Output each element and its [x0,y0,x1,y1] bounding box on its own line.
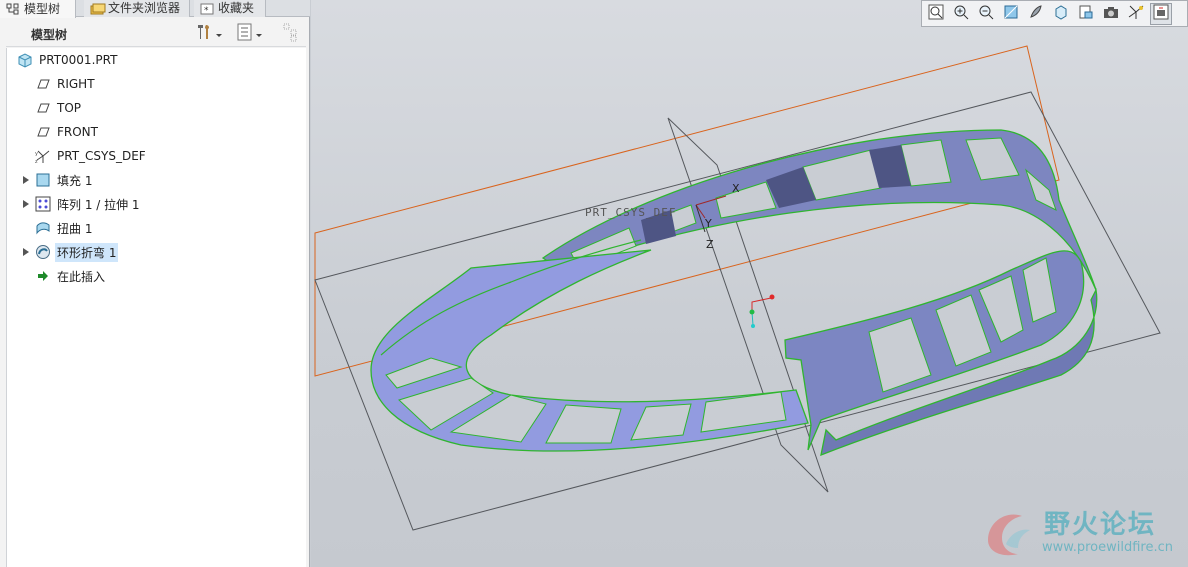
tree-item-csys[interactable]: yz PRT_CSYS_DEF [7,145,305,167]
annotation-display-icon [1103,4,1119,24]
filter-icon [282,22,302,46]
tree-icon [6,3,20,15]
svg-text:z: z [35,159,38,164]
tree-item-label: TOP [57,101,82,115]
repaint-button[interactable] [1000,3,1022,25]
tree-item-label: 扭曲 1 [57,221,93,236]
application-window: 模型树 文件夹浏览器 * 收藏夹 模型树 PRT0001.PRT RIGHT T… [0,0,1188,567]
view-manager-button[interactable] [1075,3,1097,25]
fill-icon [35,172,51,188]
tree-item-label: PRT_CSYS_DEF [57,149,146,163]
datum-plane-icon [35,100,51,116]
watermark-logo-icon [988,514,1030,556]
tab-label: 收藏夹 [218,1,255,15]
tree-root-part[interactable]: PRT0001.PRT [7,49,305,71]
tree-item-front[interactable]: FRONT [7,121,305,143]
csys-icon: yz [35,148,51,165]
csys-label: PRT_CSYS_DEF [585,206,676,219]
tab-label: 文件夹浏览器 [108,1,181,15]
expand-arrow-icon[interactable] [21,175,31,185]
tab-model-tree[interactable]: 模型树 [0,0,76,18]
tab-favorites[interactable]: * 收藏夹 [194,0,266,17]
folder-browser-icon [90,3,106,15]
watermark-url: www.proewildfire.cn [1042,540,1173,555]
refit-button[interactable] [925,3,947,25]
tree-item-label: 环形折弯 1 [55,242,119,262]
chevron-down-icon [214,25,224,44]
navigator-panel: 模型树 文件夹浏览器 * 收藏夹 模型树 PRT0001.PRT RIGHT T… [0,0,310,567]
spin-center-button[interactable] [1150,2,1172,25]
toroidal-bend-icon [35,244,51,260]
tree-item-label: FRONT [57,125,98,139]
spin-center-toggle-icon [1153,4,1169,24]
part-icon [17,52,33,68]
tree-item-label: RIGHT [57,77,95,91]
tree-item-right[interactable]: RIGHT [7,73,305,95]
zoom-out-button[interactable] [975,3,997,25]
datum-display-button[interactable] [1125,3,1147,25]
saved-views-button[interactable] [1050,3,1072,25]
saved-views-icon [1053,4,1069,24]
warp-icon [35,220,51,236]
tree-item-pattern[interactable]: 阵列 1 / 拉伸 1 [7,193,305,215]
tree-item-label: 阵列 1 / 拉伸 1 [57,197,140,212]
forum-watermark: 野火论坛 www.proewildfire.cn [976,498,1183,562]
view-toolbar [921,0,1188,27]
repaint-icon [1003,4,1019,24]
datum-plane-icon [35,76,51,92]
tab-label: 模型树 [24,1,61,16]
model-scene: PRT_CSYS_DEF X Y Z [314,45,1161,531]
pattern-icon [35,196,51,212]
tree-filter-button[interactable] [282,22,302,46]
svg-text:*: * [204,6,209,15]
tree-item-fill[interactable]: 填充 1 [7,169,305,191]
display-style-icon [1028,4,1044,24]
navigator-tab-bar: 模型树 文件夹浏览器 * 收藏夹 [0,0,310,18]
csys-z-label: Z [706,238,714,251]
chevron-down-icon [254,25,264,44]
annotation-display-button[interactable] [1100,3,1122,25]
zoom-in-button[interactable] [950,3,972,25]
csys-x-label: X [732,182,740,195]
tree-item-toroidal-bend[interactable]: 环形折弯 1 [7,241,305,263]
tree-root-label: PRT0001.PRT [39,53,118,67]
tree-item-label: 在此插入 [57,269,106,284]
tree-item-warp[interactable]: 扭曲 1 [7,217,305,239]
model-tree: PRT0001.PRT RIGHT TOP FRONT yz PRT_CSYS_… [6,48,306,567]
tree-item-top[interactable]: TOP [7,97,305,119]
tree-settings-button[interactable] [194,24,224,44]
model-tree-title: 模型树 [31,28,68,42]
datum-plane-icon [35,124,51,140]
csys-y-label: Y [704,217,712,230]
list-icon [236,22,254,46]
tab-folder-browser[interactable]: 文件夹浏览器 [84,0,190,17]
expand-arrow-icon[interactable] [21,199,31,209]
view-manager-icon [1078,4,1094,24]
tools-icon [194,22,214,46]
insert-here-icon [35,268,51,284]
tree-item-label: 填充 1 [57,173,93,188]
svg-text:y: y [35,151,38,157]
zoom-out-icon [978,4,994,24]
tree-item-insert-here[interactable]: 在此插入 [7,265,305,287]
expand-arrow-icon[interactable] [21,247,31,257]
display-style-button[interactable] [1025,3,1047,25]
zoom-in-icon [953,4,969,24]
tree-show-button[interactable] [236,22,264,46]
favorites-icon: * [200,3,214,16]
watermark-title: 野火论坛 [1044,510,1157,540]
model-tree-header: 模型树 [6,19,306,47]
datum-display-icon [1128,4,1144,24]
refit-icon [928,4,944,24]
